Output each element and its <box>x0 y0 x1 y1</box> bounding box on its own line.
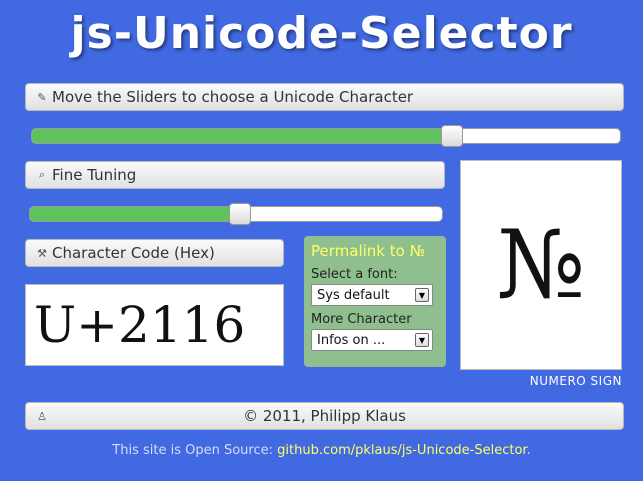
font-select-label: Select a font: <box>311 267 398 282</box>
github-link[interactable]: github.com/pklaus/js-Unicode-Selector <box>277 443 526 458</box>
pencil-icon: ✎ <box>37 90 47 104</box>
search-icon: ⌕ <box>38 168 46 181</box>
copyright-bar: ♙ © 2011, Philipp Klaus <box>25 402 624 430</box>
fine-tuning-header: ⌕ Fine Tuning <box>25 161 445 189</box>
char-code-display[interactable]: U+2116 <box>25 284 284 366</box>
footer-note: This site is Open Source: github.com/pkl… <box>0 443 643 458</box>
more-info-select[interactable]: Infos on ... ▼ <box>311 329 433 351</box>
chevron-down-icon: ▼ <box>415 333 429 347</box>
char-code-label: Character Code (Hex) <box>52 244 215 262</box>
footer-suffix: . <box>526 443 531 458</box>
chevron-down-icon: ▼ <box>415 288 429 302</box>
main-slider-fill <box>32 129 453 143</box>
char-code-header: ⚒ Character Code (Hex) <box>25 239 284 267</box>
permalink-link[interactable]: Permalink to № <box>311 242 439 260</box>
fine-tuning-label: Fine Tuning <box>52 166 137 184</box>
main-slider-label: Move the Sliders to choose a Unicode Cha… <box>52 88 414 106</box>
fine-tuning-fill <box>30 207 241 221</box>
person-icon: ♙ <box>37 409 47 423</box>
more-info-select-value: Infos on ... <box>317 332 386 348</box>
footer-prefix: This site is Open Source: <box>112 443 278 458</box>
character-name: NUMERO SIGN <box>529 374 622 388</box>
wrench-icon: ⚒ <box>37 246 47 260</box>
page-title: js-Unicode-Selector <box>70 8 573 59</box>
permalink-panel: Permalink to № Select a font: Sys defaul… <box>304 236 446 367</box>
fine-tuning-slider[interactable] <box>29 203 443 225</box>
font-select-value: Sys default <box>317 287 390 303</box>
font-select[interactable]: Sys default ▼ <box>311 284 433 306</box>
copyright-text: © 2011, Philipp Klaus <box>243 407 406 425</box>
more-info-label: More Character <box>311 312 412 327</box>
main-slider-handle[interactable] <box>441 125 464 147</box>
main-slider[interactable] <box>31 125 621 147</box>
character-preview: № <box>460 160 622 370</box>
main-slider-header: ✎ Move the Sliders to choose a Unicode C… <box>25 83 624 111</box>
fine-tuning-handle[interactable] <box>229 203 252 225</box>
